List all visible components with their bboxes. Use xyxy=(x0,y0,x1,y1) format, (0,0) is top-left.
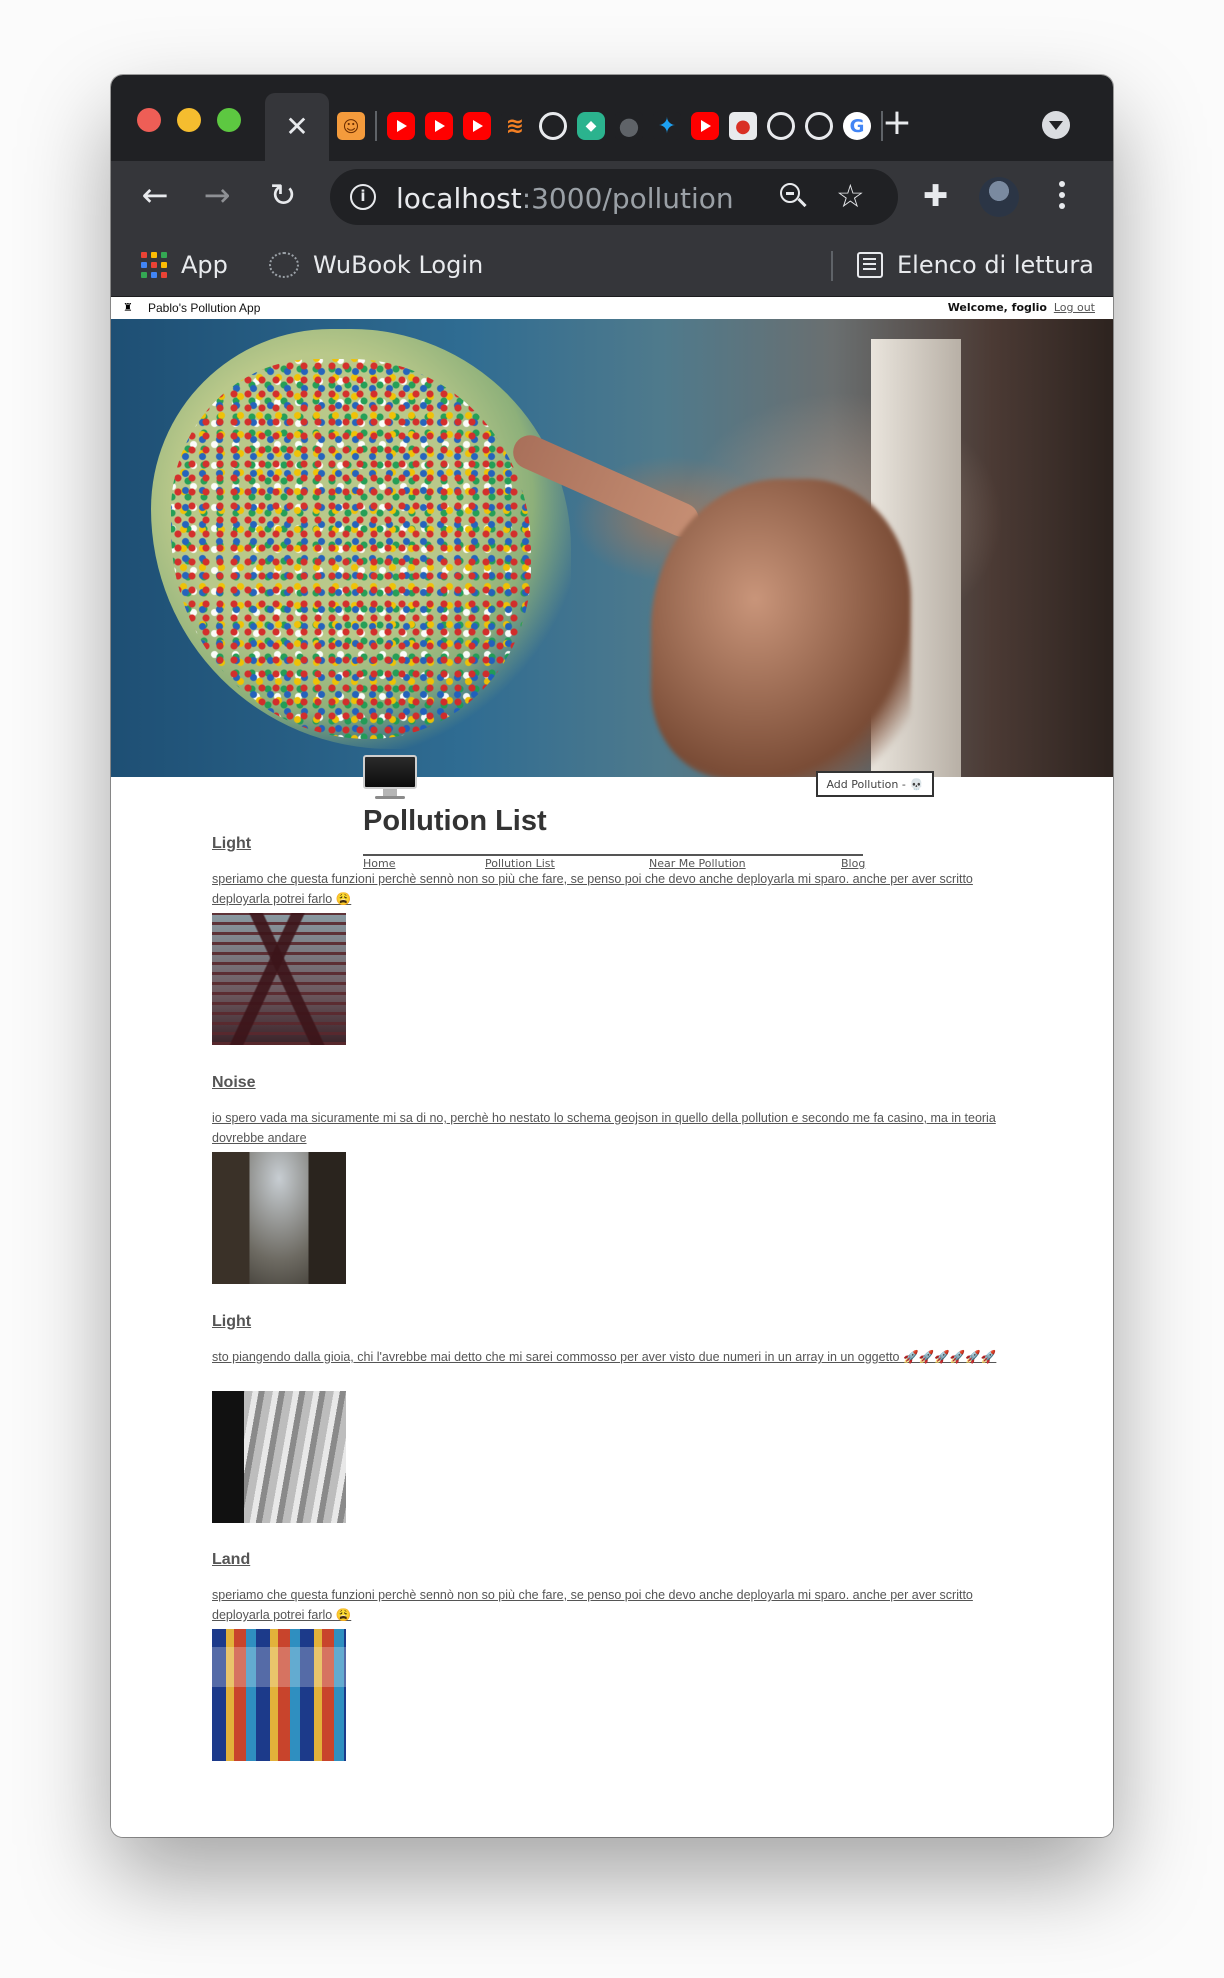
wubook-icon xyxy=(269,252,299,278)
browser-menu-icon[interactable] xyxy=(1057,181,1067,213)
welcome-area: Welcome, foglio Log out xyxy=(948,301,1095,314)
bookmark-label: Elenco di lettura xyxy=(897,251,1094,279)
pollution-item-description[interactable]: io spero vada ma sicuramente mi sa di no… xyxy=(212,1108,1024,1148)
pollution-item-image xyxy=(212,1152,346,1284)
browser-window: ✕ ☺ ≋ ◆ ● ✦ ● G + ← → ↻ i localhost:3000… xyxy=(111,75,1113,1837)
pollution-item-description[interactable]: speriamo che questa funzioni perchè senn… xyxy=(212,1585,1024,1625)
skull-icon: 💀 xyxy=(909,777,924,791)
pollution-item-title[interactable]: Noise xyxy=(212,1074,256,1092)
youtube-tab-icon[interactable] xyxy=(463,112,491,140)
page-viewport: ♜ Pablo's Pollution App Welcome, foglio … xyxy=(111,297,1113,1837)
computer-icon xyxy=(363,755,417,801)
youtube-tab-icon[interactable] xyxy=(387,112,415,140)
pollution-item-image xyxy=(212,1391,346,1523)
google-tab-icon[interactable]: G xyxy=(843,112,871,140)
profile-avatar[interactable] xyxy=(979,177,1019,217)
pollution-item-title[interactable]: Light xyxy=(212,835,251,853)
app-logo-icon[interactable]: ♜ xyxy=(123,301,133,315)
add-pollution-button[interactable]: Add Pollution - 💀 xyxy=(816,771,934,797)
bookmark-label: WuBook Login xyxy=(313,251,484,279)
bookmark-apps[interactable]: App xyxy=(141,249,228,281)
back-button[interactable]: ← xyxy=(135,175,175,215)
address-bar[interactable]: i localhost:3000/pollution ☆ xyxy=(330,169,898,225)
youtube-tab-icon[interactable] xyxy=(425,112,453,140)
pollution-item-image xyxy=(212,1629,346,1761)
bookmark-wubook[interactable]: WuBook Login xyxy=(269,249,483,281)
tab-search-button[interactable] xyxy=(1042,111,1070,139)
tab-separator xyxy=(375,111,377,141)
browser-toolbar: ← → ↻ i localhost:3000/pollution ☆ ✚ xyxy=(111,161,1113,233)
zoom-icon[interactable] xyxy=(778,181,808,211)
bookmark-divider xyxy=(831,251,833,281)
github-tab-icon[interactable] xyxy=(539,112,567,140)
url-host: localhost xyxy=(396,182,522,215)
pollution-item-title[interactable]: Land xyxy=(212,1551,250,1569)
extensions-icon[interactable]: ✚ xyxy=(923,179,948,215)
tab-strip: ✕ ☺ ≋ ◆ ● ✦ ● G + xyxy=(111,75,1113,161)
pollution-item-description[interactable]: speriamo che questa funzioni perchè senn… xyxy=(212,869,1024,909)
pollution-item-title[interactable]: Light xyxy=(212,1313,251,1331)
bookmark-star-icon[interactable]: ☆ xyxy=(836,177,865,215)
reload-button[interactable]: ↻ xyxy=(263,175,303,215)
app-header: ♜ Pablo's Pollution App Welcome, foglio … xyxy=(111,297,1113,319)
stackoverflow-tab-icon[interactable]: ≋ xyxy=(501,112,529,140)
url-path: :3000/pollution xyxy=(521,182,734,215)
reading-list-icon xyxy=(857,252,883,278)
pollution-item-image xyxy=(212,913,346,1045)
bookmark-label: App xyxy=(181,251,228,279)
apps-grid-icon xyxy=(141,252,167,278)
add-pollution-label: Add Pollution - xyxy=(826,777,906,791)
close-window-button[interactable] xyxy=(137,108,161,132)
maximize-window-button[interactable] xyxy=(217,108,241,132)
shield-tab-icon[interactable]: ◆ xyxy=(577,112,605,140)
url-text[interactable]: localhost:3000/pollution xyxy=(396,182,734,215)
active-tab[interactable]: ✕ xyxy=(265,93,329,161)
mascot-tab-icon[interactable]: ☺ xyxy=(337,112,365,140)
bookmarks-bar: App WuBook Login Elenco di lettura xyxy=(111,233,1113,297)
new-tab-button[interactable]: + xyxy=(879,105,915,141)
minimize-window-button[interactable] xyxy=(177,108,201,132)
globe-tab-icon[interactable]: ● xyxy=(615,112,643,140)
site-info-icon[interactable]: i xyxy=(350,184,376,210)
welcome-text: Welcome, foglio xyxy=(947,301,1047,314)
github-tab-icon[interactable] xyxy=(805,112,833,140)
logout-link[interactable]: Log out xyxy=(1054,301,1095,314)
person-tab-icon[interactable]: ● xyxy=(729,112,757,140)
page-title: Pollution List xyxy=(363,805,547,837)
pollution-item-description[interactable]: sto piangendo dalla gioia, chi l'avrebbe… xyxy=(212,1347,1024,1367)
youtube-tab-icon[interactable] xyxy=(691,112,719,140)
tab-favicons: ☺ ≋ ◆ ● ✦ ● G xyxy=(337,109,883,143)
github-tab-icon[interactable] xyxy=(767,112,795,140)
twitter-tab-icon[interactable]: ✦ xyxy=(653,112,681,140)
reading-list-button[interactable]: Elenco di lettura xyxy=(857,249,1094,281)
app-name[interactable]: Pablo's Pollution App xyxy=(148,301,260,315)
close-tab-icon[interactable]: ✕ xyxy=(265,111,329,143)
forward-button[interactable]: → xyxy=(197,175,237,215)
hero-map-image xyxy=(111,319,1113,777)
